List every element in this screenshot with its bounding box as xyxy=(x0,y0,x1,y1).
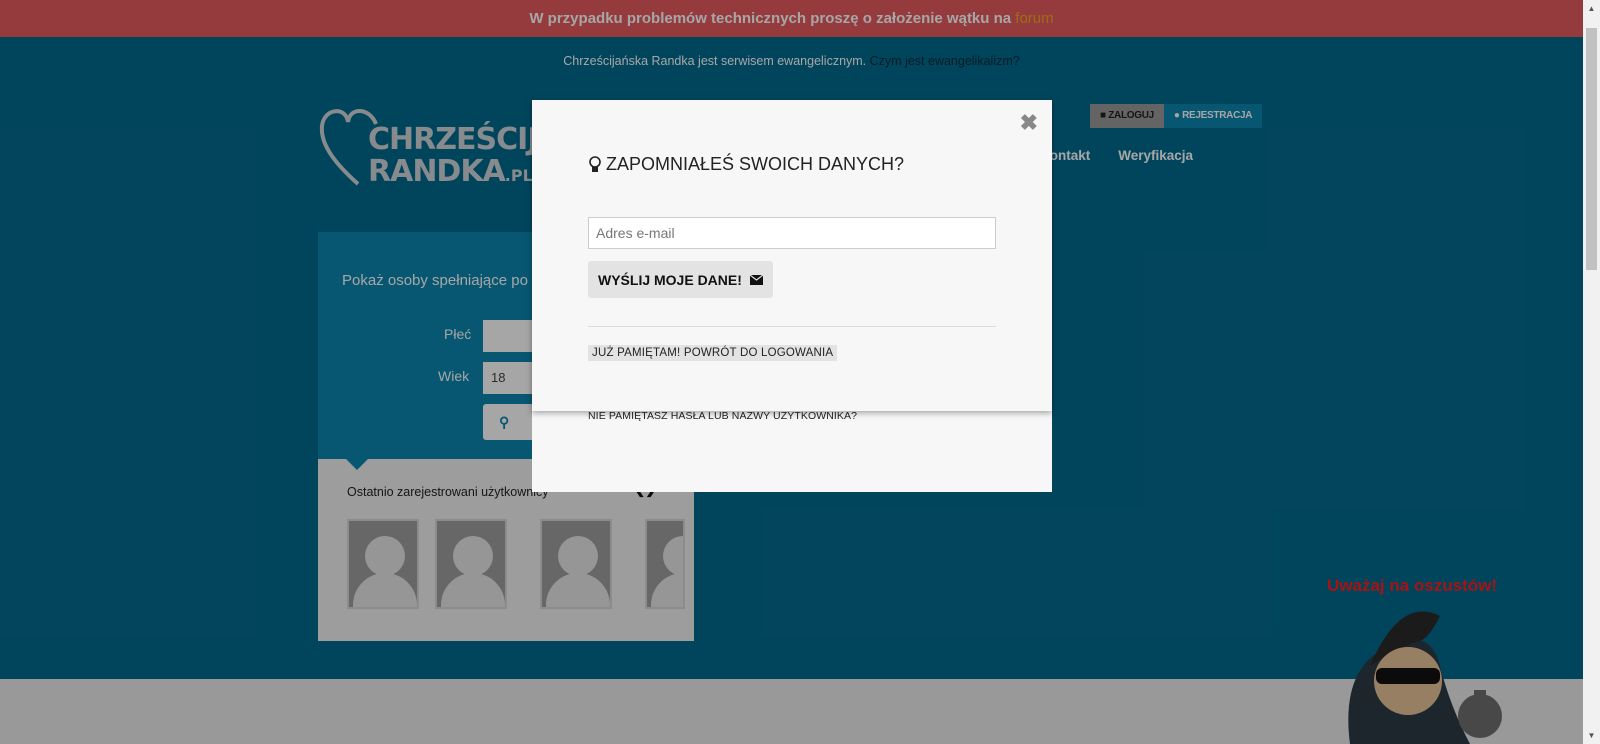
scroll-down-icon[interactable]: ▼ xyxy=(1583,727,1600,744)
page-scrollbar[interactable]: ▲ ▼ xyxy=(1583,0,1600,744)
scrollbar-thumb[interactable] xyxy=(1586,28,1597,270)
modal-title-text: ZAPOMNIAŁEŚ SWOICH DANYCH? xyxy=(606,154,905,174)
divider xyxy=(588,326,996,327)
scroll-up-icon[interactable]: ▲ xyxy=(1583,0,1600,17)
close-icon[interactable]: ✖ xyxy=(1020,110,1038,136)
send-button-label: WYŚLIJ MOJE DANE! xyxy=(598,271,742,288)
forgot-data-modal: ✖ ZAPOMNIAŁEŚ SWOICH DANYCH? WYŚLIJ MOJE… xyxy=(532,100,1052,411)
envelope-icon xyxy=(749,274,763,285)
modal-title: ZAPOMNIAŁEŚ SWOICH DANYCH? xyxy=(588,154,904,175)
send-data-button[interactable]: WYŚLIJ MOJE DANE! xyxy=(588,261,773,298)
lightbulb-icon xyxy=(589,155,601,172)
email-input[interactable] xyxy=(588,217,996,249)
back-to-login-link[interactable]: JUŻ PAMIĘTAM! POWRÓT DO LOGOWANIA xyxy=(588,345,838,361)
forgot-credentials-link[interactable]: NIE PAMIĘTASZ HASŁA LUB NAZWY UŻYTKOWNIK… xyxy=(588,410,857,422)
